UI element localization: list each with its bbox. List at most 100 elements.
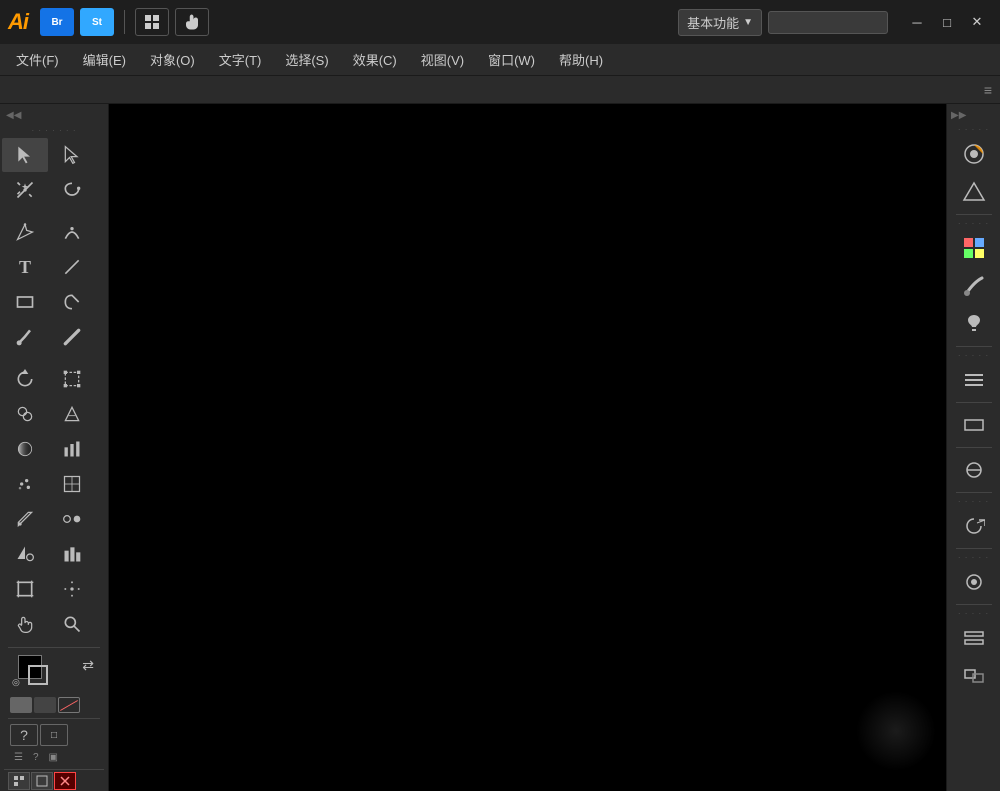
tool-row-13 — [2, 572, 106, 606]
toolbar-drag-handle: · · · · · · · — [2, 124, 106, 137]
gradient-btn[interactable] — [34, 697, 56, 713]
tool-row-12 — [2, 537, 106, 571]
bottom-tool-area: ⇄ ◎ ? □ ☰ ? ▣ — [2, 642, 106, 791]
curvature-tool[interactable] — [49, 215, 95, 249]
mode-icon-1[interactable]: ☰ — [10, 750, 27, 765]
stock-icon-btn[interactable]: St — [80, 8, 114, 36]
workspace-label: 基本功能 — [687, 13, 739, 32]
menu-bar: 文件(F) 编辑(E) 对象(O) 文字(T) 选择(S) 效果(C) 视图(V… — [0, 44, 1000, 76]
menu-view[interactable]: 视图(V) — [409, 46, 476, 73]
swatches-panel-btn[interactable] — [953, 230, 995, 266]
artboards-panel-btn[interactable] — [953, 658, 995, 694]
pen-tool[interactable] — [2, 215, 48, 249]
menu-select[interactable]: 选择(S) — [273, 46, 340, 73]
pathfinder-panel-btn[interactable] — [953, 452, 995, 488]
right-handle-5: · · · · · — [947, 553, 1000, 562]
hand-icon-btn[interactable] — [175, 8, 209, 36]
right-handle-6: · · · · · — [947, 609, 1000, 618]
bottom-icon-1[interactable] — [8, 772, 30, 790]
canvas-area[interactable] — [109, 104, 946, 791]
color-guide-panel-btn[interactable] — [953, 174, 995, 210]
shape-builder-tool[interactable] — [2, 397, 48, 431]
minimize-button[interactable]: ─ — [902, 12, 932, 32]
bottom-icon-2[interactable] — [31, 772, 53, 790]
right-handle-3: · · · · · — [947, 351, 1000, 360]
mode-icon-3[interactable]: ▣ — [45, 750, 62, 765]
fill-stroke-area: ⇄ ◎ — [4, 651, 104, 695]
screen-mode-row2: ☰ ? ▣ — [4, 748, 104, 767]
lasso-tool[interactable] — [49, 173, 95, 207]
close-button[interactable]: ✕ — [962, 12, 992, 32]
divider — [124, 10, 125, 34]
tool-row-5 — [2, 285, 106, 319]
restore-button[interactable]: □ — [932, 12, 962, 32]
selection-tool[interactable] — [2, 138, 48, 172]
chevron-down-icon: ▼ — [743, 17, 753, 28]
panel-options-icon[interactable]: ≡ — [980, 80, 996, 100]
gradient-tool[interactable] — [2, 432, 48, 466]
swap-colors-icon[interactable]: ⇄ — [82, 657, 94, 674]
line-tool[interactable] — [49, 250, 95, 284]
screen-mode-area: ? □ — [4, 722, 104, 748]
rectangle-tool[interactable] — [2, 285, 48, 319]
none-btn[interactable] — [58, 697, 80, 713]
appearance-panel-btn[interactable] — [953, 564, 995, 600]
color-panel-btn[interactable] — [953, 136, 995, 172]
brushes-panel-btn[interactable] — [953, 268, 995, 304]
perspective-grid-tool[interactable] — [49, 397, 95, 431]
mode-icon-2[interactable]: ? — [29, 750, 43, 765]
symbol-sprayer-tool[interactable] — [2, 467, 48, 501]
cc-libraries-panel-btn[interactable] — [953, 508, 995, 544]
menu-file[interactable]: 文件(F) — [4, 46, 71, 73]
tool-row-1 — [2, 138, 106, 172]
tool-row-8 — [2, 397, 106, 431]
blob-brush-tool[interactable] — [49, 320, 95, 354]
direct-selection-tool[interactable] — [49, 138, 95, 172]
menu-window[interactable]: 窗口(W) — [476, 46, 547, 73]
blend-tool[interactable] — [49, 502, 95, 536]
tool-row-10 — [2, 467, 106, 501]
symbols-panel-btn[interactable] — [953, 306, 995, 342]
measure-tool[interactable] — [49, 572, 95, 606]
right-handle-2: · · · · · — [947, 219, 1000, 228]
zoom-tool[interactable] — [49, 607, 95, 641]
artboard-tool[interactable] — [2, 572, 48, 606]
live-paint-bucket-tool[interactable] — [2, 537, 48, 571]
bridge-icon-btn[interactable]: Br — [40, 8, 74, 36]
stroke-swatch[interactable] — [28, 665, 48, 685]
menu-effect[interactable]: 效果(C) — [341, 46, 409, 73]
menu-edit[interactable]: 编辑(E) — [71, 46, 138, 73]
menu-help[interactable]: 帮助(H) — [547, 46, 615, 73]
type-tool[interactable]: T — [2, 250, 48, 284]
screen-mode-btn[interactable]: □ — [40, 724, 68, 746]
default-colors-icon[interactable]: ◎ — [12, 677, 20, 688]
align-panel-btn[interactable] — [953, 362, 995, 398]
question-btn[interactable]: ? — [10, 724, 38, 746]
right-sep-6 — [956, 548, 992, 549]
transform-panel-btn[interactable] — [953, 407, 995, 443]
live-paint-selection-tool[interactable] — [49, 537, 95, 571]
spiral-tool[interactable] — [49, 285, 95, 319]
toolbar-collapse-btn[interactable]: ◀◀ — [2, 108, 106, 123]
rotate-tool[interactable] — [2, 362, 48, 396]
bottom-icon-3[interactable] — [54, 772, 76, 790]
right-panel-collapse-btn[interactable]: ▶▶ — [947, 108, 968, 123]
right-panel: ▶▶ · · · · · · · · · · · · · · · — [946, 104, 1000, 791]
view-mode-btn[interactable] — [135, 8, 169, 36]
layers-panel-btn[interactable] — [953, 620, 995, 656]
menu-object[interactable]: 对象(O) — [138, 46, 207, 73]
workspace-selector[interactable]: 基本功能 ▼ — [678, 9, 762, 36]
menu-type[interactable]: 文字(T) — [207, 46, 274, 73]
paintbrush-tool[interactable] — [2, 320, 48, 354]
search-input[interactable] — [768, 11, 888, 34]
color-btn[interactable] — [10, 697, 32, 713]
eyedropper-tool[interactable] — [2, 502, 48, 536]
free-transform-tool[interactable] — [49, 362, 95, 396]
slice-tool[interactable] — [49, 467, 95, 501]
right-sep-2 — [956, 346, 992, 347]
tool-row-11 — [2, 502, 106, 536]
right-sep-5 — [956, 492, 992, 493]
bar-chart-tool[interactable] — [49, 432, 95, 466]
hand-tool[interactable] — [2, 607, 48, 641]
magic-wand-tool[interactable] — [2, 173, 48, 207]
